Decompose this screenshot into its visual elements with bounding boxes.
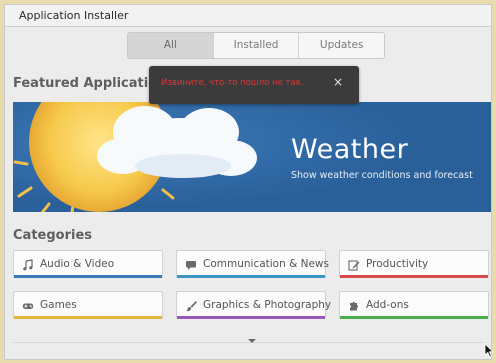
category-add-ons[interactable]: Add-ons: [339, 291, 489, 319]
edit-icon: [348, 260, 360, 271]
chevron-down-icon[interactable]: [248, 339, 256, 343]
mouse-cursor-icon: [484, 343, 494, 358]
close-icon[interactable]: ×: [333, 75, 343, 89]
category-productivity[interactable]: Productivity: [339, 250, 489, 278]
titlebar: Application Installer: [5, 5, 491, 27]
category-communication-news[interactable]: Communication & News: [176, 250, 329, 278]
view-switcher: All Installed Updates: [127, 32, 385, 59]
app-installer-window: Application Installer All Installed Upda…: [4, 4, 492, 360]
categories-heading: Categories: [13, 228, 93, 243]
category-label: Productivity: [366, 258, 429, 270]
category-accent: [177, 275, 325, 278]
category-audio-video[interactable]: Audio & Video: [13, 250, 163, 278]
error-message: Извините, что-то пошло не так.: [161, 78, 304, 88]
category-accent: [177, 316, 325, 319]
window-title: Application Installer: [19, 9, 129, 22]
error-notification: Извините, что-то пошло не так. ×: [149, 66, 359, 104]
featured-heading: Featured Application: [13, 76, 167, 91]
category-label: Audio & Video: [40, 258, 115, 270]
music-note-icon: [23, 259, 33, 271]
puzzle-piece-icon: [350, 301, 359, 311]
category-label: Communication & News: [203, 258, 329, 270]
tab-installed[interactable]: Installed: [214, 33, 300, 58]
tab-all[interactable]: All: [128, 33, 214, 58]
chat-bubble-icon: [186, 261, 196, 270]
category-accent: [340, 316, 488, 319]
category-accent: [14, 275, 162, 278]
featured-app-name: Weather: [291, 134, 409, 165]
category-accent: [340, 275, 488, 278]
featured-banner[interactable]: Weather Show weather conditions and fore…: [13, 102, 491, 212]
category-label: Add-ons: [366, 299, 409, 311]
category-label: Graphics & Photography: [203, 299, 332, 311]
gamepad-icon: [22, 303, 34, 309]
category-games[interactable]: Games: [13, 291, 163, 319]
featured-app-description: Show weather conditions and forecast: [291, 170, 473, 181]
category-graphics-photography[interactable]: Graphics & Photography: [176, 291, 331, 319]
category-label: Games: [40, 299, 77, 311]
category-accent: [14, 316, 162, 319]
weather-artwork: [13, 102, 491, 212]
paint-brush-icon: [186, 301, 197, 312]
tab-updates[interactable]: Updates: [299, 33, 384, 58]
